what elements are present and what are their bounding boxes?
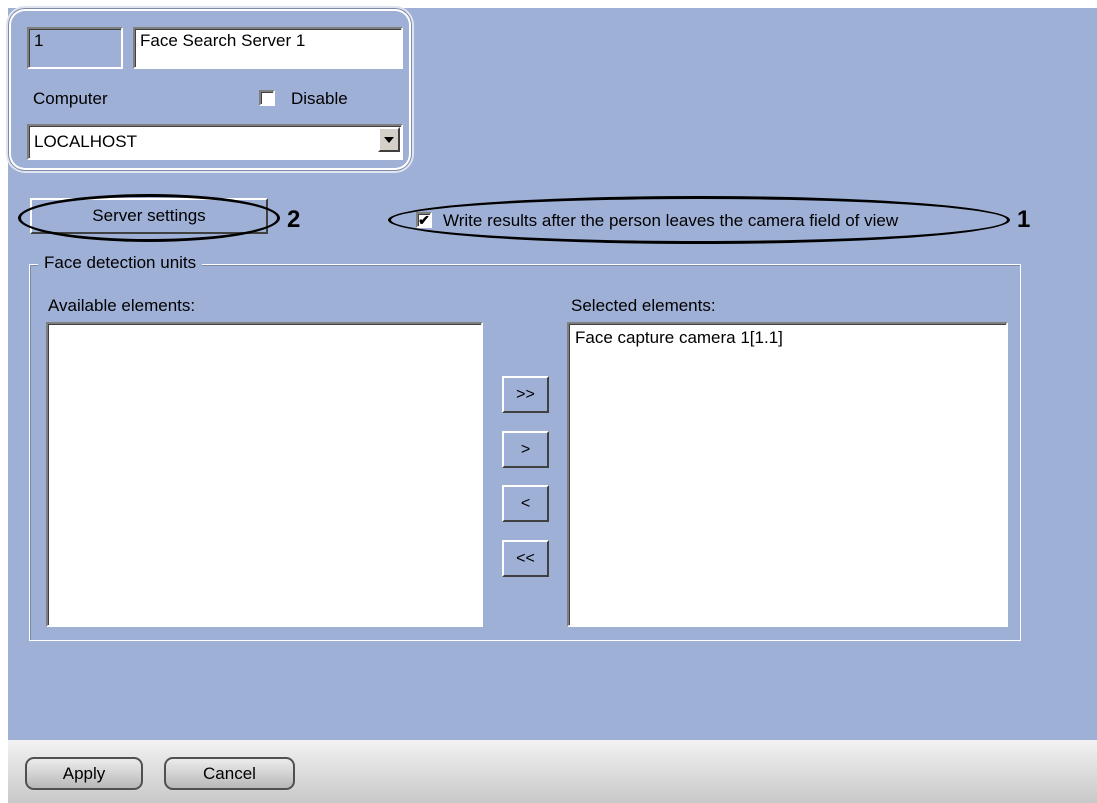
disable-label: Disable [291, 89, 348, 108]
computer-label: Computer [33, 89, 108, 108]
disable-checkbox[interactable] [259, 90, 275, 106]
callout-oval-1 [388, 196, 1010, 244]
available-elements-list[interactable] [46, 322, 483, 627]
remove-all-label: << [516, 549, 535, 567]
apply-label: Apply [62, 763, 106, 783]
available-elements-label: Available elements: [48, 296, 196, 315]
server-name-value: Face Search Server 1 [140, 31, 306, 50]
server-name-field[interactable]: Face Search Server 1 [133, 27, 403, 69]
cancel-label: Cancel [203, 763, 256, 783]
remove-all-button[interactable]: << [502, 540, 549, 577]
add-button[interactable]: > [502, 431, 549, 468]
cancel-button[interactable]: Cancel [164, 757, 295, 790]
remove-button[interactable]: < [502, 485, 549, 522]
dropdown-button[interactable] [378, 127, 400, 152]
chevron-down-icon [384, 136, 394, 143]
server-id-value: 1 [34, 31, 44, 50]
list-item[interactable]: Face capture camera 1[1.1] [575, 328, 1000, 348]
face-detection-units-legend: Face detection units [38, 253, 203, 273]
add-all-label: >> [516, 385, 535, 403]
computer-select[interactable]: LOCALHOST [27, 124, 403, 160]
callout-oval-2 [18, 194, 280, 242]
add-all-button[interactable]: >> [502, 376, 549, 413]
callout-number-1: 1 [1017, 206, 1031, 233]
add-label: > [520, 440, 531, 458]
selected-elements-label: Selected elements: [571, 296, 716, 315]
selected-elements-list[interactable]: Face capture camera 1[1.1] [567, 322, 1008, 627]
server-id-field[interactable]: 1 [27, 27, 123, 69]
computer-select-value: LOCALHOST [34, 132, 137, 151]
apply-button[interactable]: Apply [25, 757, 143, 790]
callout-number-2: 2 [287, 206, 301, 233]
remove-label: < [520, 494, 531, 512]
